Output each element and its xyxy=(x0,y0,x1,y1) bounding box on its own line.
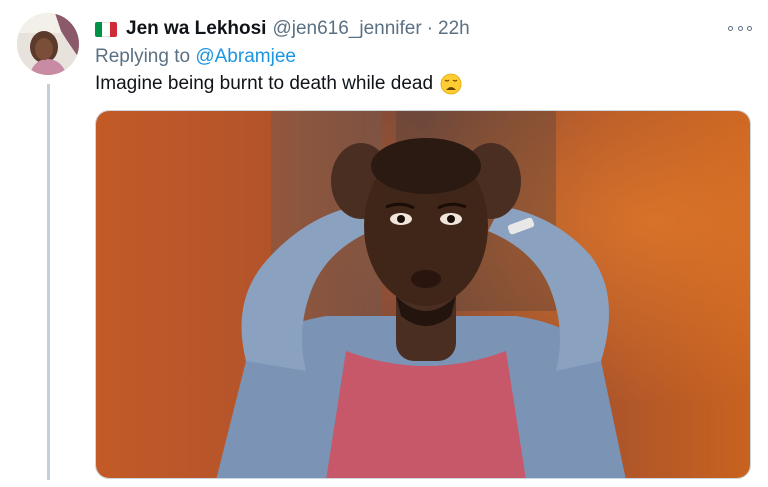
tweet-header: Jen wa Lekhosi @jen616_jennifer · 22h xyxy=(95,16,470,42)
author-avatar[interactable] xyxy=(17,13,79,75)
avatar-photo xyxy=(17,13,79,75)
tweet-text: Imagine being burnt to death while dead xyxy=(95,73,462,95)
media-photo xyxy=(96,111,750,478)
more-options-icon[interactable] xyxy=(728,16,752,40)
thread-connector-line xyxy=(47,84,50,480)
author-handle[interactable]: @jen616_jennifer xyxy=(272,18,421,40)
replying-to: Replying to @Abramjee xyxy=(95,46,296,68)
replying-to-label: Replying to xyxy=(95,46,191,67)
italy-flag-icon xyxy=(95,21,117,37)
weary-face-emoji-icon xyxy=(440,73,462,95)
author-name[interactable]: Jen wa Lekhosi xyxy=(126,18,266,40)
replying-to-mention[interactable]: @Abramjee xyxy=(195,46,296,67)
tweet-text-content: Imagine being burnt to death while dead xyxy=(95,73,434,94)
tweet-media-image[interactable] xyxy=(95,110,751,479)
header-separator: · xyxy=(426,18,434,39)
tweet-timestamp[interactable]: 22h xyxy=(438,18,470,40)
